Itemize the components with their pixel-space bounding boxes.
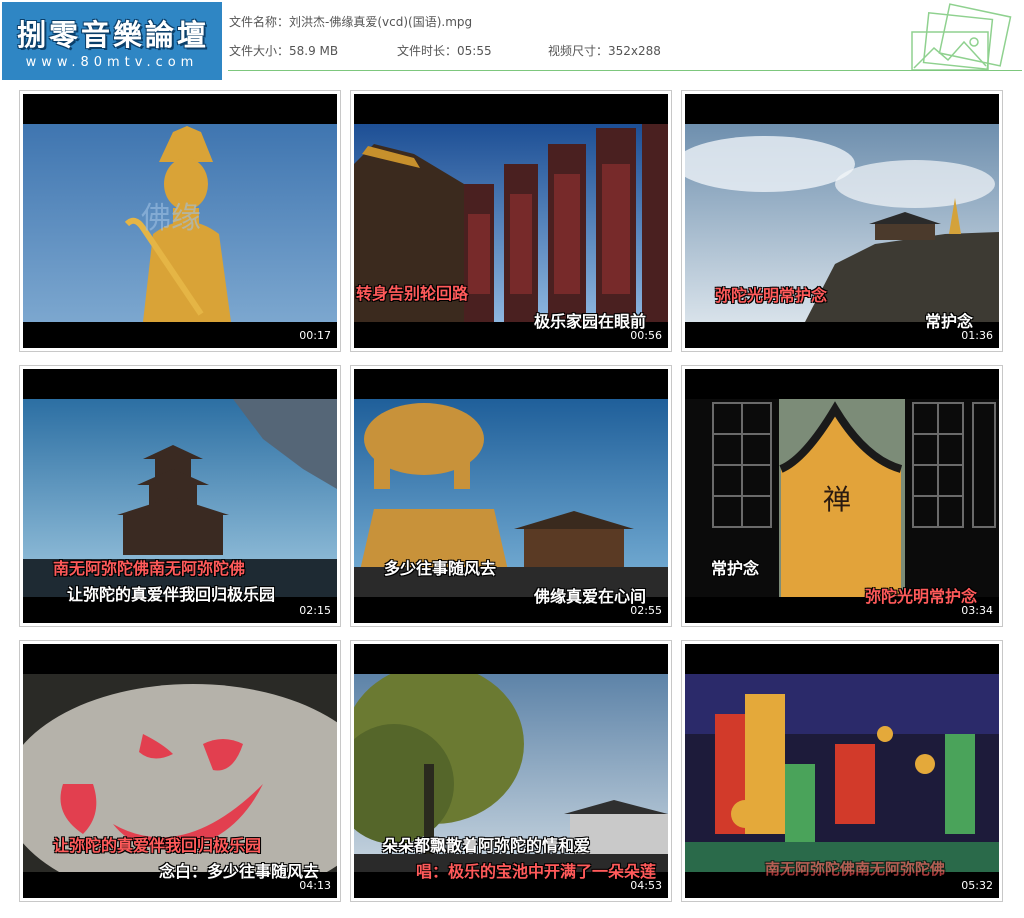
thumbnail-frame: 弥陀光明常护念 常护念 01:36 <box>685 94 999 348</box>
file-name-row: 文件名称：刘洪杰-佛缘真爱(vcd)(国语).mpg <box>229 13 472 30</box>
lyric-line-1: 让弥陀的真爱伴我回归极乐园 <box>53 836 262 855</box>
photo-stack-icon <box>911 3 1012 71</box>
thumbnail-1[interactable]: 佛缘 00:17 <box>19 90 341 352</box>
file-duration-row: 文件时长：05:55 <box>397 42 492 59</box>
thumbnail-frame: 多少往事随风去 佛缘真爱在心间 02:55 <box>354 369 668 623</box>
thumbnail-timestamp: 01:36 <box>961 329 993 342</box>
svg-text:禅: 禅 <box>823 483 851 516</box>
lyric-line-2: 唱：极乐的宝池中开满了一朵朵莲 <box>416 862 657 881</box>
lyric-line-1: 转身告别轮回路 <box>356 284 469 303</box>
buddha-statue-scene: 佛缘 <box>23 124 337 322</box>
thumbnail-frame: 南无阿弥陀佛南无阿弥陀佛 05:32 <box>685 644 999 898</box>
thumbnail-timestamp: 02:55 <box>630 604 662 617</box>
svg-text:佛缘: 佛缘 <box>141 201 201 236</box>
video-dims-value: 352x288 <box>608 44 661 58</box>
file-size-row: 文件大小：58.9 MB <box>229 42 338 59</box>
logo-url-text: www.80mtv.com <box>25 55 199 70</box>
video-dims-label: 视频尺寸： <box>548 44 609 58</box>
thumbnail-timestamp: 02:15 <box>299 604 331 617</box>
video-dims-row: 视频尺寸：352x288 <box>548 42 661 59</box>
thumbnail-timestamp: 00:17 <box>299 329 331 342</box>
lyric-line-2: 让弥陀的真爱伴我回归极乐园 <box>67 585 276 604</box>
thumbnail-frame: 朵朵都飘散着阿弥陀的情和爱 唱：极乐的宝池中开满了一朵朵莲 04:53 <box>354 644 668 898</box>
lyric-line-1: 常护念 <box>711 559 760 578</box>
lyric-line-1: 多少往事随风去 <box>384 559 497 578</box>
thumbnail-grid: 佛缘 00:17 转身告别轮回路 极乐家园在眼前 00:56 弥陀光明常护念 常… <box>19 90 1007 902</box>
lyric-line-1: 南无阿弥陀佛南无阿弥陀佛 <box>765 860 946 878</box>
file-size-value: 58.9 MB <box>289 44 339 58</box>
thumbnail-timestamp: 03:34 <box>961 604 993 617</box>
site-logo: 捌零音樂論壇 www.80mtv.com <box>2 2 222 80</box>
thumbnail-timestamp: 04:13 <box>299 879 331 892</box>
lyric-line-1: 朵朵都飘散着阿弥陀的情和爱 <box>382 836 591 855</box>
file-name-value: 刘洪杰-佛缘真爱(vcd)(国语).mpg <box>289 15 473 29</box>
thumbnail-frame: 南无阿弥陀佛南无阿弥陀佛 让弥陀的真爱伴我回归极乐园 02:15 <box>23 369 337 623</box>
logo-brand-text: 捌零音樂論壇 <box>16 18 209 52</box>
thumbnail-2[interactable]: 转身告别轮回路 极乐家园在眼前 00:56 <box>350 90 672 352</box>
thumbnail-frame: 让弥陀的真爱伴我回归极乐园 念白：多少往事随风去 04:13 <box>23 644 337 898</box>
thumbnail-6[interactable]: 禅 常护念 弥陀光明常护念 03:34 <box>681 365 1003 627</box>
lyric-line-2: 念白：多少往事随风去 <box>159 862 320 881</box>
lyric-line-1: 南无阿弥陀佛南无阿弥陀佛 <box>53 559 246 578</box>
thumbnail-9[interactable]: 南无阿弥陀佛南无阿弥陀佛 05:32 <box>681 640 1003 902</box>
thumbnail-timestamp: 00:56 <box>630 329 662 342</box>
thumbnail-frame: 禅 常护念 弥陀光明常护念 03:34 <box>685 369 999 623</box>
file-duration-label: 文件时长： <box>397 44 458 58</box>
file-size-label: 文件大小： <box>229 44 290 58</box>
lantern-festival-scene <box>685 674 999 872</box>
file-duration-value: 05:55 <box>457 44 492 58</box>
thumbnail-3[interactable]: 弥陀光明常护念 常护念 01:36 <box>681 90 1003 352</box>
thumbnail-frame: 佛缘 00:17 <box>23 94 337 348</box>
thumbnail-7[interactable]: 让弥陀的真爱伴我回归极乐园 念白：多少往事随风去 04:13 <box>19 640 341 902</box>
lyric-line-1: 弥陀光明常护念 <box>715 286 828 305</box>
thumbnail-8[interactable]: 朵朵都飘散着阿弥陀的情和爱 唱：极乐的宝池中开满了一朵朵莲 04:53 <box>350 640 672 902</box>
thumbnail-frame: 转身告别轮回路 极乐家园在眼前 00:56 <box>354 94 668 348</box>
file-name-label: 文件名称： <box>229 15 290 29</box>
thumbnail-4[interactable]: 南无阿弥陀佛南无阿弥陀佛 让弥陀的真爱伴我回归极乐园 02:15 <box>19 365 341 627</box>
thumbnail-timestamp: 04:53 <box>630 879 662 892</box>
thumbnail-timestamp: 05:32 <box>961 879 993 892</box>
thumbnail-5[interactable]: 多少往事随风去 佛缘真爱在心间 02:55 <box>350 365 672 627</box>
header-divider <box>228 70 1022 71</box>
